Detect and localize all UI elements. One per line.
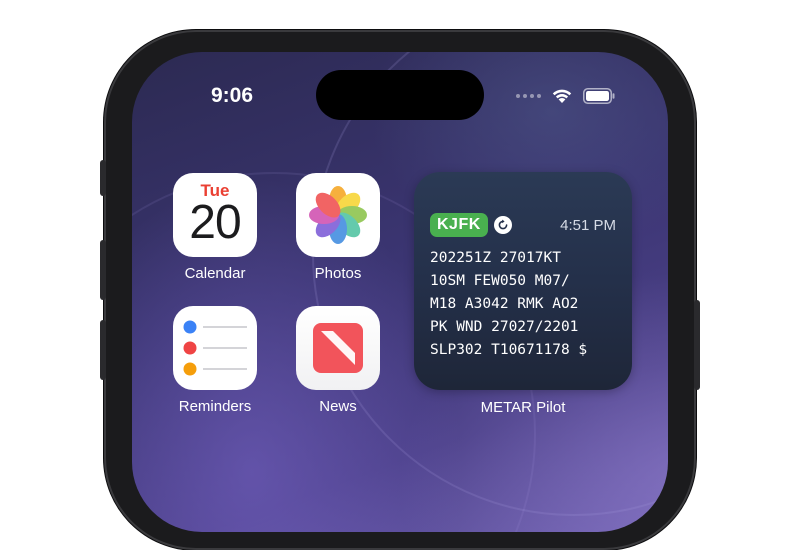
station-badge: KJFK — [430, 213, 488, 237]
calendar-icon: Tue 20 — [173, 173, 257, 257]
widget-header: KJFK 4:51 PM — [430, 212, 616, 238]
photos-flower-icon — [296, 173, 380, 257]
action-button — [100, 160, 106, 196]
app-label: Reminders — [178, 398, 252, 415]
app-label: Calendar — [184, 265, 246, 282]
dynamic-island — [316, 70, 484, 120]
wifi-icon — [552, 89, 572, 103]
metar-line: SLP302 T10671178 $ — [430, 342, 588, 358]
status-icons — [516, 86, 615, 106]
app-calendar[interactable]: Tue 20 Calendar — [165, 173, 265, 282]
app-news[interactable]: News — [288, 306, 388, 415]
app-label: Photos — [314, 265, 362, 282]
news-card-shape — [313, 323, 363, 373]
status-time: 9:06 — [210, 84, 254, 107]
app-photos[interactable]: Photos — [288, 173, 388, 282]
metar-line: M18 A3042 RMK AO2 — [430, 296, 579, 312]
photos-petals — [309, 186, 367, 244]
metar-text: 202251Z 27017KT 10SM FEW050 M07/ M18 A30… — [430, 247, 624, 362]
calendar-date: 20 — [189, 196, 241, 249]
app-reminders[interactable]: Reminders — [165, 306, 265, 415]
widget-app-label: METAR Pilot — [480, 399, 566, 416]
power-button — [694, 300, 700, 390]
observation-time: 4:51 PM — [560, 216, 616, 234]
battery-icon — [583, 88, 615, 104]
metar-line: 202251Z 27017KT — [430, 250, 561, 266]
reminders-rows — [183, 320, 247, 376]
reminders-list-icon — [173, 306, 257, 390]
cellular-signal-icon — [516, 94, 541, 98]
metar-line: 10SM FEW050 M07/ — [430, 273, 570, 289]
app-label: News — [319, 398, 357, 415]
metar-widget[interactable]: KJFK 4:51 PM 202251Z 27017KT 10SM FEW050… — [414, 172, 632, 390]
metar-line: PK WND 27027/2201 — [430, 319, 579, 335]
volume-up-button — [100, 240, 106, 300]
volume-down-button — [100, 320, 106, 380]
news-icon — [296, 306, 380, 390]
refresh-icon[interactable] — [493, 216, 512, 234]
